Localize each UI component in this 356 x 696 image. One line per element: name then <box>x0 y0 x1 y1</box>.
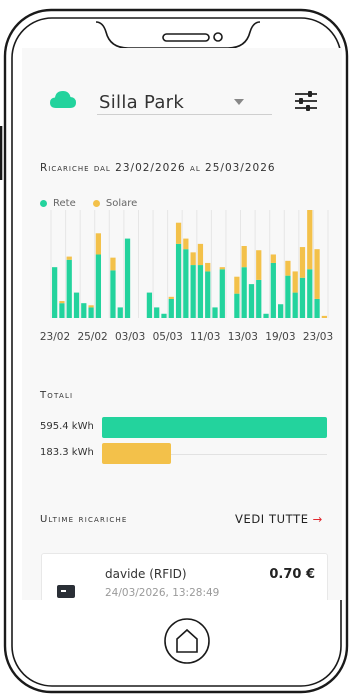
bar-grid <box>66 259 72 318</box>
total-solar-bar <box>102 443 172 464</box>
x-tick-label: 03/03 <box>115 331 145 343</box>
bar-grid <box>248 284 255 318</box>
total-grid-bar <box>102 417 327 438</box>
bar-grid <box>95 254 102 318</box>
x-tick-label: 23/02 <box>40 331 70 343</box>
x-tick-label: 25/02 <box>77 331 107 343</box>
bar-solar <box>292 271 298 293</box>
chevron-down-icon <box>234 99 244 105</box>
bar-solar <box>307 210 313 270</box>
bar-solar <box>205 262 211 272</box>
bar-grid <box>234 293 240 318</box>
bar-grid <box>190 265 196 318</box>
cloud-icon <box>50 91 76 108</box>
bar-grid <box>154 307 160 318</box>
legend-solar: Solare <box>92 198 138 209</box>
bar-solar <box>168 296 174 299</box>
energy-chart: 23/02 25/02 03/03 05/03 11/03 13/03 19/03 23/03 <box>40 210 333 343</box>
arrow-right-icon: → <box>312 512 323 526</box>
legend-grid: Rete <box>40 198 76 209</box>
bar-grid <box>314 298 320 318</box>
bar-solar <box>183 238 189 250</box>
bar-grid <box>161 313 167 318</box>
recent-title: Ultime ricariche <box>40 514 128 525</box>
bar-grid <box>168 298 174 318</box>
bar-grid <box>241 267 247 318</box>
bar-grid <box>197 265 204 318</box>
charge-user: davide (RFID) <box>105 567 187 581</box>
bar-solar <box>59 301 65 304</box>
bar-grid <box>256 279 262 318</box>
solar-dot-icon <box>92 200 100 207</box>
bar-solar <box>197 243 204 266</box>
bar-solar <box>321 315 327 318</box>
bar-solar <box>219 267 225 270</box>
bar-grid <box>307 269 313 318</box>
bar-solar <box>241 246 247 268</box>
bar-grid <box>292 292 298 318</box>
legend-solar-label: Solare <box>105 198 138 209</box>
bar-grid <box>277 304 284 318</box>
bar-solar <box>256 250 262 280</box>
bar-solar <box>110 257 116 271</box>
total-grid-label: 595.4 kWh <box>40 421 94 432</box>
chart-legend: Rete Solare <box>40 198 151 210</box>
app-screen: Silla Park Ricariche dal 23/02/2026 al 2… <box>22 48 342 600</box>
x-tick-label: 11/03 <box>190 331 220 343</box>
site-name: Silla Park <box>99 92 185 113</box>
x-tick-label: 05/03 <box>153 331 183 343</box>
x-tick-label: 23/03 <box>303 331 333 343</box>
site-select[interactable]: Silla Park <box>97 92 272 115</box>
bar-grid <box>146 292 153 318</box>
total-solar-label: 183.3 kWh <box>40 447 94 458</box>
date-range-title: Ricariche dal 23/02/2026 al 25/03/2026 <box>40 162 276 174</box>
bar-grid <box>73 292 80 318</box>
bar-grid <box>88 307 94 318</box>
x-tick-label: 13/03 <box>228 331 258 343</box>
charge-date: 24/03/2026, 13:28:49 <box>105 587 220 599</box>
bar-solar <box>234 276 240 294</box>
bar-solar <box>285 260 291 276</box>
totals-title: Totali <box>40 390 74 401</box>
bar-solar <box>270 254 276 263</box>
bar-solar <box>66 256 72 260</box>
bar-grid <box>205 271 211 318</box>
bar-solar <box>95 233 102 255</box>
bar-grid <box>117 307 123 318</box>
rfid-card-icon <box>57 585 75 598</box>
bar-solar <box>175 222 182 244</box>
bar-grid <box>183 249 189 318</box>
grid-dot-icon <box>40 200 47 207</box>
bar-grid <box>175 243 182 318</box>
bar-grid <box>124 238 131 318</box>
bar-grid <box>263 313 269 318</box>
recent-charge-card[interactable]: davide (RFID) 24/03/2026, 13:28:49 0.70 … <box>41 553 328 600</box>
sliders-icon[interactable] <box>294 91 318 111</box>
bar-solar <box>314 249 320 299</box>
see-all-link[interactable]: VEDI TUTTE → <box>235 512 323 526</box>
x-tick-label: 19/03 <box>265 331 295 343</box>
see-all-label: VEDI TUTTE <box>235 512 309 526</box>
bar-solar <box>88 305 94 308</box>
legend-grid-label: Rete <box>53 198 76 209</box>
bar-grid <box>270 262 276 318</box>
bar-grid <box>59 303 65 318</box>
bar-grid <box>285 275 291 318</box>
bar-solar <box>299 247 306 278</box>
bar-grid <box>299 277 306 318</box>
bar-grid <box>212 307 218 318</box>
bar-grid <box>110 270 116 318</box>
bar-grid <box>81 303 87 318</box>
app-header: Silla Park <box>22 80 342 120</box>
bar-grid <box>219 269 225 318</box>
bar-solar <box>190 252 196 266</box>
charge-amount: 0.70 € <box>269 567 315 582</box>
bar-grid <box>52 267 58 318</box>
